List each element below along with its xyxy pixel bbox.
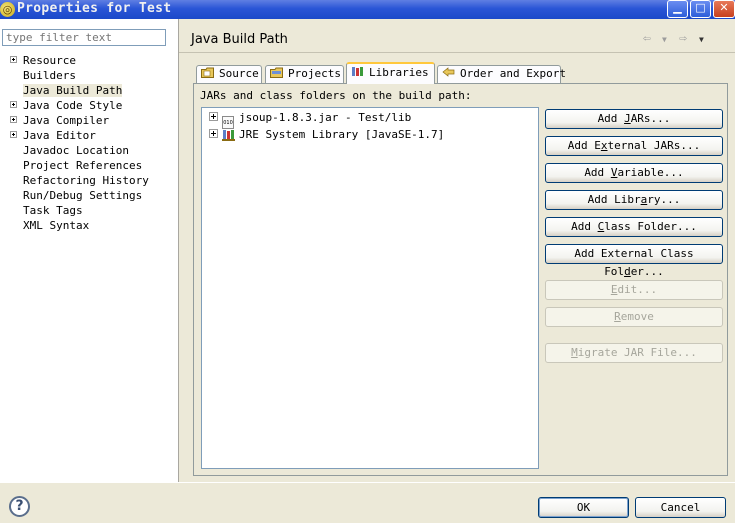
- cancel-button[interactable]: Cancel: [635, 497, 726, 518]
- tab-projects[interactable]: Projects: [265, 65, 344, 83]
- expand-icon[interactable]: [10, 101, 17, 108]
- expand-icon[interactable]: [10, 56, 17, 63]
- back-dropdown-icon[interactable]: ▼: [662, 35, 667, 44]
- minimize-button[interactable]: ▁: [667, 0, 688, 18]
- library-list[interactable]: [201, 107, 539, 469]
- tab-libraries[interactable]: Libraries: [346, 62, 435, 84]
- forward-arrow-icon[interactable]: ⇨: [679, 31, 687, 46]
- library-icon: [222, 130, 235, 141]
- close-button[interactable]: ✕: [713, 0, 735, 18]
- eclipse-icon: ◎: [0, 2, 15, 17]
- tab-source[interactable]: Source: [196, 65, 262, 83]
- tree-item-refactoring-history[interactable]: Refactoring History: [10, 173, 149, 188]
- footer-divider: [0, 482, 735, 483]
- expand-icon[interactable]: [209, 112, 218, 121]
- tree-item-project-references[interactable]: Project References: [10, 158, 142, 173]
- tree-item-java-build-path[interactable]: Java Build Path: [10, 83, 123, 98]
- library-entry-jsoup[interactable]: 010 jsoup-1.8.3.jar - Test/lib: [209, 110, 411, 129]
- libraries-icon: [352, 67, 363, 76]
- source-folder-icon: [201, 67, 214, 78]
- header-divider: [179, 52, 735, 53]
- tab-order-and-export[interactable]: Order and Export: [437, 65, 566, 83]
- filter-input[interactable]: [2, 29, 166, 46]
- tree-item-javadoc-location[interactable]: Javadoc Location: [10, 143, 129, 158]
- tree-item-task-tags[interactable]: Task Tags: [10, 203, 83, 218]
- title-bar[interactable]: ◎ Properties for Test ▁ □ ✕: [0, 0, 735, 19]
- ok-button[interactable]: OK: [538, 497, 629, 518]
- expand-icon[interactable]: [10, 131, 17, 138]
- add-external-jars-button[interactable]: Add External JARs...: [545, 136, 723, 156]
- forward-dropdown-icon[interactable]: ▼: [699, 35, 704, 44]
- expand-icon[interactable]: [209, 129, 218, 138]
- add-class-folder-button[interactable]: Add Class Folder...: [545, 217, 723, 237]
- tree-item-java-editor[interactable]: Java Editor: [10, 128, 96, 143]
- edit-button[interactable]: Edit...: [545, 280, 723, 300]
- library-entry-jre[interactable]: JRE System Library [JavaSE-1.7]: [209, 127, 444, 142]
- add-variable-button[interactable]: Add Variable...: [545, 163, 723, 183]
- help-icon[interactable]: ?: [9, 496, 30, 517]
- migrate-jar-button[interactable]: Migrate JAR File...: [545, 343, 723, 363]
- preference-tree-panel: Resource Builders Java Build Path Java C…: [0, 19, 179, 482]
- back-arrow-icon[interactable]: ⇦: [643, 31, 651, 46]
- page-title: Java Build Path: [191, 32, 288, 47]
- tree-item-run-debug-settings[interactable]: Run/Debug Settings: [10, 188, 142, 203]
- tree-item-xml-syntax[interactable]: XML Syntax: [10, 218, 89, 233]
- remove-button[interactable]: Remove: [545, 307, 723, 327]
- order-export-icon: [442, 67, 455, 77]
- add-jars-button[interactable]: Add JARs...: [545, 109, 723, 129]
- tree-item-java-compiler[interactable]: Java Compiler: [10, 113, 109, 128]
- projects-icon: [270, 67, 283, 78]
- tree-item-resource[interactable]: Resource: [10, 53, 76, 68]
- build-path-description: JARs and class folders on the build path…: [200, 89, 472, 102]
- add-library-button[interactable]: Add Library...: [545, 190, 723, 210]
- window-title: Properties for Test: [17, 1, 172, 16]
- add-external-class-folder-button[interactable]: Add External Class Folder...: [545, 244, 723, 278]
- tree-item-builders[interactable]: Builders: [10, 68, 76, 83]
- expand-icon[interactable]: [10, 116, 17, 123]
- tree-item-java-code-style[interactable]: Java Code Style: [10, 98, 122, 113]
- maximize-button[interactable]: □: [690, 0, 711, 18]
